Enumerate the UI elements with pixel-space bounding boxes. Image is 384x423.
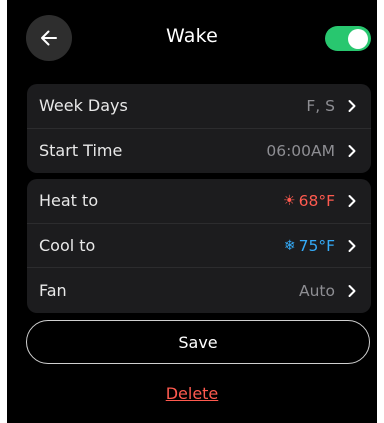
- start-time-row[interactable]: Start Time 06:00AM: [27, 129, 371, 174]
- cool-setpoint: ❄ 75°F: [284, 237, 335, 255]
- start-time-value: 06:00AM: [266, 141, 335, 160]
- cool-value: 75°F: [298, 236, 335, 255]
- fan-row[interactable]: Fan Auto: [27, 268, 371, 313]
- sun-icon: ☀: [283, 192, 296, 209]
- heat-value: 68°F: [298, 191, 335, 210]
- header: Wake: [7, 0, 377, 80]
- delete-link[interactable]: Delete: [7, 384, 377, 403]
- toggle-knob: [348, 28, 368, 49]
- chevron-right-icon: [345, 99, 359, 113]
- fan-value: Auto: [299, 281, 335, 300]
- row-label: Fan: [39, 281, 67, 301]
- schedule-enabled-toggle[interactable]: [325, 26, 371, 51]
- heat-to-row[interactable]: Heat to ☀ 68°F: [27, 179, 371, 224]
- schedule-editor-screen: Wake Week Days F, S Start Time 06:00AM H…: [7, 0, 377, 423]
- week-days-row[interactable]: Week Days F, S: [27, 84, 371, 129]
- chevron-right-icon: [345, 239, 359, 253]
- row-label: Cool to: [39, 236, 96, 256]
- row-label: Week Days: [39, 96, 128, 116]
- schedule-card: Week Days F, S Start Time 06:00AM: [27, 84, 371, 173]
- snowflake-icon: ❄: [283, 237, 296, 254]
- page-title: Wake: [165, 25, 219, 47]
- chevron-right-icon: [345, 194, 359, 208]
- climate-card: Heat to ☀ 68°F Cool to ❄ 75°F Fan Auto: [27, 179, 371, 313]
- save-button[interactable]: Save: [26, 320, 370, 364]
- chevron-right-icon: [345, 144, 359, 158]
- cool-to-row[interactable]: Cool to ❄ 75°F: [27, 224, 371, 269]
- row-label: Start Time: [39, 141, 123, 161]
- heat-setpoint: ☀ 68°F: [283, 192, 335, 210]
- row-label: Heat to: [39, 191, 99, 211]
- chevron-right-icon: [345, 284, 359, 298]
- week-days-value: F, S: [306, 96, 335, 115]
